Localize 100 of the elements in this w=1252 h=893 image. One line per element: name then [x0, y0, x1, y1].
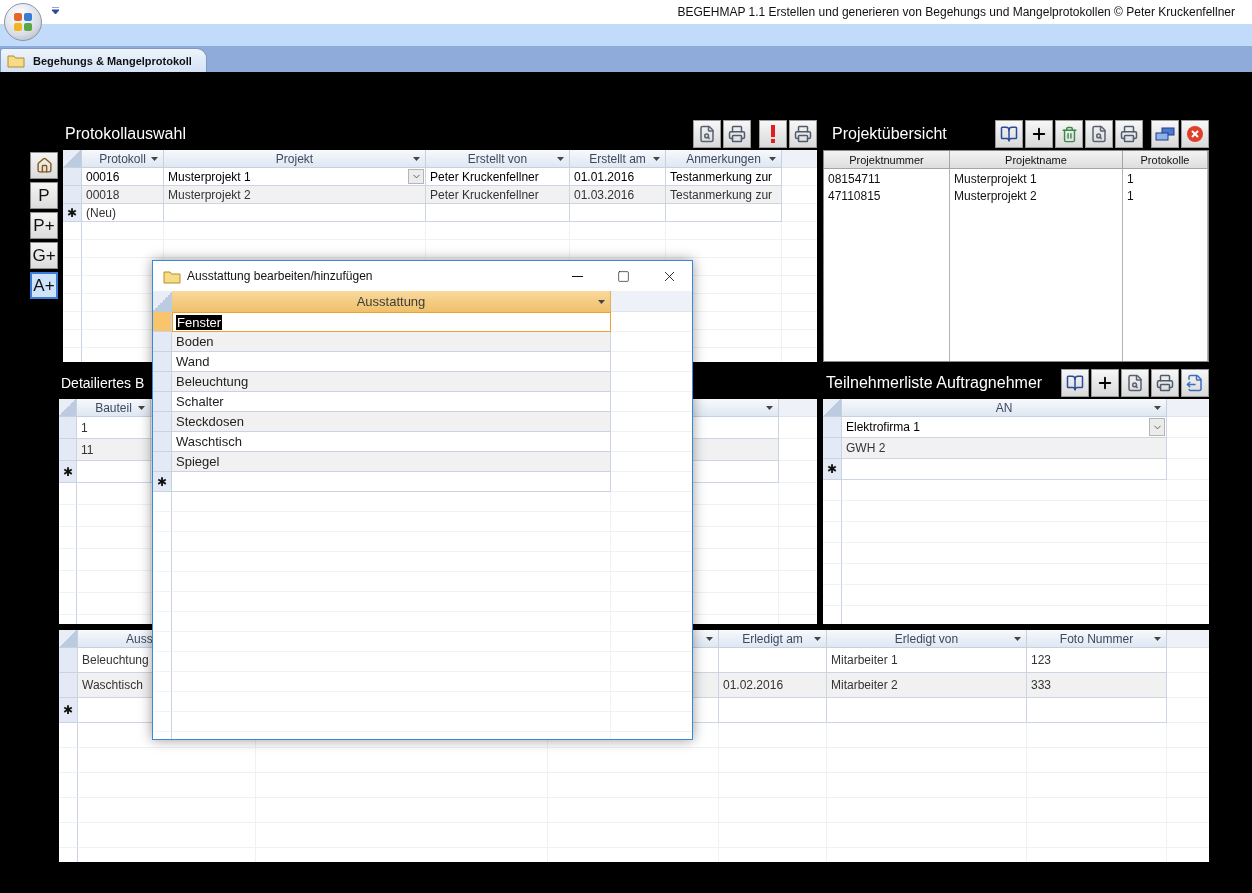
- toolbar-button[interactable]: [789, 120, 817, 148]
- select-all-corner[interactable]: [153, 291, 172, 312]
- column-header[interactable]: Erstellt am: [570, 150, 666, 168]
- dropdown-arrow-icon: [766, 405, 773, 410]
- table-cell-text: Musterprojekt 2: [953, 188, 1038, 205]
- document-arrow-icon: [1186, 373, 1204, 392]
- row-selector[interactable]: [823, 417, 842, 438]
- row-selector[interactable]: [59, 673, 78, 698]
- nav-button[interactable]: G+: [30, 242, 58, 269]
- table-cell: 01.02.2016: [719, 673, 827, 698]
- header-filler: [779, 399, 817, 417]
- toolbar-button[interactable]: [1121, 368, 1149, 397]
- row-selector[interactable]: ✱: [153, 472, 172, 492]
- toolbar-button[interactable]: [1061, 368, 1089, 397]
- dropdown-arrow-icon: [138, 405, 145, 410]
- combo-field[interactable]: Musterprojekt 1: [164, 168, 426, 186]
- select-all-corner[interactable]: [59, 630, 78, 648]
- column-header[interactable]: Protokolle: [1123, 151, 1208, 169]
- combo-button[interactable]: [1149, 418, 1165, 436]
- header-filler: [782, 150, 817, 168]
- row-selector[interactable]: ✱: [59, 461, 77, 483]
- column-header[interactable]: Projektnummer: [824, 151, 950, 169]
- page-magnifier-icon: [698, 125, 716, 143]
- new-row-marker: ✱: [62, 464, 73, 479]
- toolbar-button[interactable]: [1115, 120, 1143, 148]
- row-selector[interactable]: [59, 439, 77, 461]
- toolbar-button[interactable]: [995, 120, 1023, 148]
- column-header[interactable]: Ausstattung: [172, 291, 611, 312]
- column-header[interactable]: Anmerkungen: [666, 150, 782, 168]
- table-cell: Waschtisch: [172, 432, 611, 452]
- select-all-corner[interactable]: [63, 150, 82, 168]
- new-row-marker: ✱: [827, 462, 837, 476]
- column-header[interactable]: AN: [842, 399, 1167, 417]
- toolbar-button[interactable]: [1091, 368, 1119, 397]
- dropdown-arrow-icon: [814, 636, 821, 641]
- dropdown-arrow-icon: [1154, 636, 1161, 641]
- printer-icon: [794, 125, 812, 143]
- column-header[interactable]: Projekt: [164, 150, 426, 168]
- combo-field[interactable]: Elektrofirma 1: [842, 417, 1167, 438]
- column-header[interactable]: Erledigt am: [719, 630, 827, 648]
- select-all-corner[interactable]: [823, 399, 842, 417]
- nav-button[interactable]: P+: [30, 212, 58, 239]
- row-selector[interactable]: [153, 392, 172, 412]
- row-selector[interactable]: [153, 312, 172, 332]
- table-cell: Spiegel: [172, 452, 611, 472]
- nav-button[interactable]: [30, 152, 58, 179]
- quick-access-icon[interactable]: [52, 7, 59, 14]
- toolbar-button[interactable]: [723, 120, 751, 148]
- table-cell: 1: [77, 417, 151, 439]
- printer-icon: [728, 125, 746, 143]
- folder-icon: [7, 53, 25, 68]
- combo-button[interactable]: [408, 169, 424, 184]
- home-icon: [35, 157, 53, 174]
- printer-icon: [1156, 373, 1174, 392]
- row-selector[interactable]: [63, 168, 82, 186]
- toolbar-button[interactable]: [1151, 120, 1179, 148]
- dropdown-arrow-icon: [653, 156, 660, 161]
- row-selector[interactable]: [153, 352, 172, 372]
- close-icon: [1186, 125, 1204, 143]
- windows-icon: [1155, 127, 1175, 141]
- row-selector[interactable]: [153, 432, 172, 452]
- folder-icon: [163, 268, 181, 284]
- column-header[interactable]: Bauteil: [77, 399, 151, 417]
- toolbar-button[interactable]: [1181, 368, 1209, 397]
- header-filler: [1167, 399, 1209, 417]
- column-header[interactable]: Erstellt von: [426, 150, 570, 168]
- row-selector[interactable]: [153, 372, 172, 392]
- row-selector[interactable]: [153, 332, 172, 352]
- table-cell: (Neu): [82, 204, 164, 222]
- row-selector[interactable]: [59, 417, 77, 439]
- row-selector[interactable]: [153, 452, 172, 472]
- toolbar-button[interactable]: [1151, 368, 1179, 397]
- nav-button[interactable]: P: [30, 182, 58, 209]
- column-header[interactable]: Projektname: [950, 151, 1123, 169]
- row-selector[interactable]: ✱: [63, 204, 82, 222]
- minimize-icon: [571, 275, 583, 277]
- document-tab[interactable]: Begehungs & Mangelprotokoll: [0, 48, 207, 72]
- dropdown-arrow-icon: [413, 156, 420, 161]
- plus-icon: [1030, 125, 1048, 143]
- select-all-corner[interactable]: [59, 399, 77, 417]
- new-row-marker: ✱: [67, 205, 77, 220]
- column-header[interactable]: Foto Nummer: [1027, 630, 1167, 648]
- row-selector[interactable]: ✱: [823, 459, 842, 480]
- row-selector[interactable]: ✱: [59, 698, 78, 723]
- exclamation-icon: [770, 125, 776, 143]
- table-cell: Schalter: [172, 392, 611, 412]
- dropdown-arrow-icon: [151, 156, 158, 161]
- book-icon: [1000, 125, 1018, 143]
- toolbar-button[interactable]: [1025, 120, 1053, 148]
- row-selector[interactable]: [63, 186, 82, 204]
- window-title: BEGEHMAP 1.1 Erstellen und generieren von Begehungs und Mangelprotokollen © Peter Kruckenfellner: [677, 5, 1235, 19]
- nav-button[interactable]: A+: [30, 272, 58, 299]
- column-header[interactable]: Erledigt von: [827, 630, 1027, 648]
- row-selector[interactable]: [153, 412, 172, 432]
- column-header[interactable]: Protokoll: [82, 150, 164, 168]
- table-cell: Beleuchtung: [172, 372, 611, 392]
- row-selector[interactable]: [59, 648, 78, 673]
- panel-title: Protokollauswahl: [65, 125, 186, 143]
- page-magnifier-icon: [1090, 125, 1108, 143]
- row-selector[interactable]: [823, 438, 842, 459]
